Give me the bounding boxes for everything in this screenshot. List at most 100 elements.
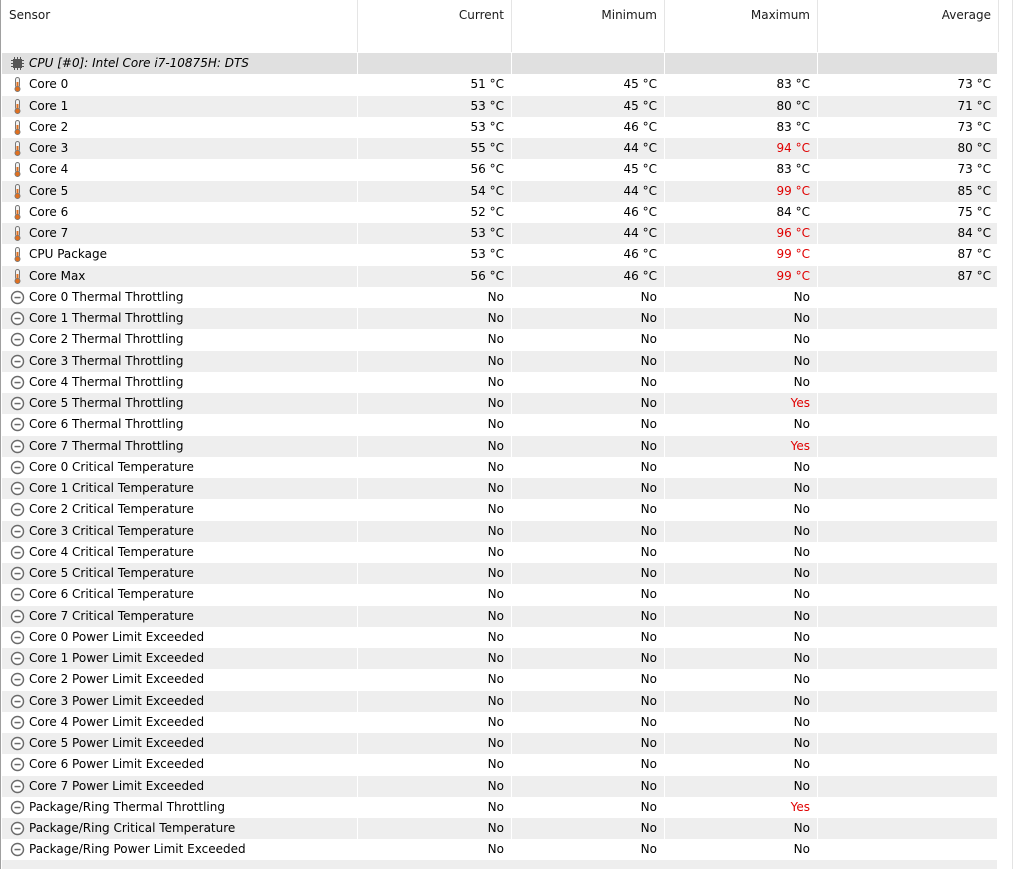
average-value: 87 °C	[957, 268, 991, 283]
column-header-current[interactable]: Current	[358, 0, 512, 52]
minimum-value: No	[640, 311, 657, 325]
sensor-row[interactable]: Core 1 Power Limit Exceeded No No No	[2, 648, 1012, 670]
current-value: No	[487, 566, 504, 580]
sensor-name: Core 1	[29, 98, 69, 113]
sensor-row[interactable]: Core 0 Critical Temperature No No No	[2, 456, 1012, 478]
average-value	[818, 393, 998, 414]
current-value: No	[487, 799, 504, 814]
sensor-row[interactable]: Core 7 53 °C 44 °C 96 °C 84 °C	[2, 223, 1012, 245]
maximum-value: No	[793, 757, 810, 772]
sensor-row[interactable]: Core 1 Critical Temperature No No No	[2, 478, 1012, 500]
average-value: 87 °C	[957, 247, 991, 262]
average-value	[818, 308, 998, 329]
average-value: 71 °C	[957, 98, 991, 113]
sensor-row[interactable]: Core 5 Thermal Throttling No No Yes	[2, 393, 1012, 415]
sensor-name: Core 0	[29, 77, 69, 92]
sensor-row[interactable]: Core 3 Thermal Throttling No No No	[2, 350, 1012, 372]
current-value: No	[487, 842, 504, 857]
column-header-sensor[interactable]: Sensor	[2, 0, 358, 52]
maximum-value: No	[793, 311, 810, 325]
current-value: No	[487, 821, 504, 835]
sensor-row[interactable]: Core 5 Power Limit Exceeded No No No	[2, 733, 1012, 755]
sensor-name: Core 7	[29, 226, 69, 240]
sensor-row[interactable]: Core 6 52 °C 46 °C 84 °C 75 °C	[2, 201, 1012, 223]
sensor-row[interactable]: Core 1 Thermal Throttling No No No	[2, 308, 1012, 330]
average-value	[818, 287, 998, 308]
maximum-value: No	[793, 842, 810, 857]
maximum-value: Yes	[790, 799, 810, 814]
average-value	[818, 563, 998, 584]
sensor-name: Core 3 Critical Temperature	[29, 523, 194, 538]
sensor-row[interactable]: Core 7 Critical Temperature No No No	[2, 605, 1012, 627]
column-header-maximum[interactable]: Maximum	[665, 0, 818, 52]
minimum-value: 46 °C	[623, 204, 657, 219]
sensor-row[interactable]: CPU Package 53 °C 46 °C 99 °C 87 °C	[2, 244, 1012, 266]
sensor-row[interactable]: Core Max 56 °C 46 °C 99 °C 87 °C	[2, 265, 1012, 287]
sensor-row[interactable]: Core 0 51 °C 45 °C 83 °C 73 °C	[2, 74, 1012, 96]
minimum-value: No	[640, 544, 657, 559]
sensor-row[interactable]: Core 5 Critical Temperature No No No	[2, 563, 1012, 585]
sensor-row[interactable]: Core 6 Power Limit Exceeded No No No	[2, 754, 1012, 776]
sensor-row[interactable]: Core 5 54 °C 44 °C 99 °C 85 °C	[2, 180, 1012, 202]
maximum-value: No	[793, 374, 810, 389]
average-value	[818, 754, 998, 775]
sensor-row[interactable]: Core 6 Critical Temperature No No No	[2, 584, 1012, 606]
current-value: 52 °C	[470, 204, 504, 219]
sensor-row[interactable]: Core 4 Thermal Throttling No No No	[2, 371, 1012, 393]
sensor-name: Core 1 Critical Temperature	[29, 481, 194, 495]
maximum-value: 83 °C	[776, 162, 810, 177]
group-row-cpu[interactable]: CPU [#0]: Intel Core i7-10875H: DTS	[2, 53, 1012, 75]
current-value: No	[487, 311, 504, 325]
current-value: No	[487, 289, 504, 304]
sensor-row[interactable]: Core 3 Critical Temperature No No No	[2, 520, 1012, 542]
sensor-row[interactable]: Core 4 56 °C 45 °C 83 °C 73 °C	[2, 159, 1012, 181]
maximum-value: 99 °C	[776, 183, 810, 198]
current-value: 53 °C	[470, 226, 504, 240]
sensor-row[interactable]: Core 7 Power Limit Exceeded No No No	[2, 775, 1012, 797]
current-value: No	[487, 587, 504, 602]
column-header-minimum[interactable]: Minimum	[512, 0, 665, 52]
column-header: Sensor Current Minimum Maximum Average	[2, 0, 1012, 52]
sensor-row[interactable]: Core 3 Power Limit Exceeded No No No	[2, 690, 1012, 712]
minimum-value: No	[640, 842, 657, 857]
minimum-value: No	[640, 523, 657, 538]
maximum-value: No	[793, 778, 810, 793]
sensor-row[interactable]: Core 0 Power Limit Exceeded No No No	[2, 626, 1012, 648]
minimum-value: No	[640, 799, 657, 814]
column-header-average[interactable]: Average	[818, 0, 999, 52]
sensor-row[interactable]: Core 4 Power Limit Exceeded No No No	[2, 711, 1012, 733]
sensor-row[interactable]: Core 3 55 °C 44 °C 94 °C 80 °C	[2, 138, 1012, 160]
sensor-row[interactable]: Core 6 Thermal Throttling No No No	[2, 414, 1012, 436]
average-value	[818, 839, 998, 860]
sensor-row[interactable]: Core 7 Thermal Throttling No No Yes	[2, 435, 1012, 457]
sensor-row[interactable]: Package/Ring Critical Temperature No No No	[2, 818, 1012, 840]
sensor-name: Package/Ring Thermal Throttling	[29, 799, 225, 814]
average-value	[818, 351, 998, 372]
sensor-row[interactable]: Core 1 53 °C 45 °C 80 °C 71 °C	[2, 95, 1012, 117]
sensor-row[interactable]: Core 2 Thermal Throttling No No No	[2, 329, 1012, 351]
current-value: No	[487, 693, 504, 708]
sensor-name: Core 4 Thermal Throttling	[29, 374, 184, 389]
table-filler	[2, 860, 997, 869]
sensor-row[interactable]: Core 0 Thermal Throttling No No No	[2, 286, 1012, 308]
sensor-name: Package/Ring Critical Temperature	[29, 821, 236, 835]
average-value	[818, 818, 998, 839]
average-value: 73 °C	[957, 162, 991, 177]
sensor-row[interactable]: Core 2 Power Limit Exceeded No No No	[2, 669, 1012, 691]
average-value	[818, 542, 998, 563]
sensor-row[interactable]: Core 2 53 °C 46 °C 83 °C 73 °C	[2, 116, 1012, 138]
average-value: 75 °C	[957, 204, 991, 219]
sensor-row[interactable]: Package/Ring Thermal Throttling No No Yes	[2, 796, 1012, 818]
sensor-row[interactable]: Core 2 Critical Temperature No No No	[2, 499, 1012, 521]
minimum-value: No	[640, 396, 657, 410]
minimum-value: No	[640, 757, 657, 772]
minimum-value: No	[640, 332, 657, 347]
minimum-value: No	[640, 587, 657, 602]
sensor-name: Core 6 Power Limit Exceeded	[29, 757, 205, 772]
average-value: 73 °C	[957, 77, 991, 92]
sensor-row[interactable]: Package/Ring Power Limit Exceeded No No No	[2, 839, 1012, 861]
sensor-row[interactable]: Core 4 Critical Temperature No No No	[2, 541, 1012, 563]
current-value: No	[487, 629, 504, 644]
current-value: No	[487, 523, 504, 538]
average-value	[818, 329, 998, 350]
